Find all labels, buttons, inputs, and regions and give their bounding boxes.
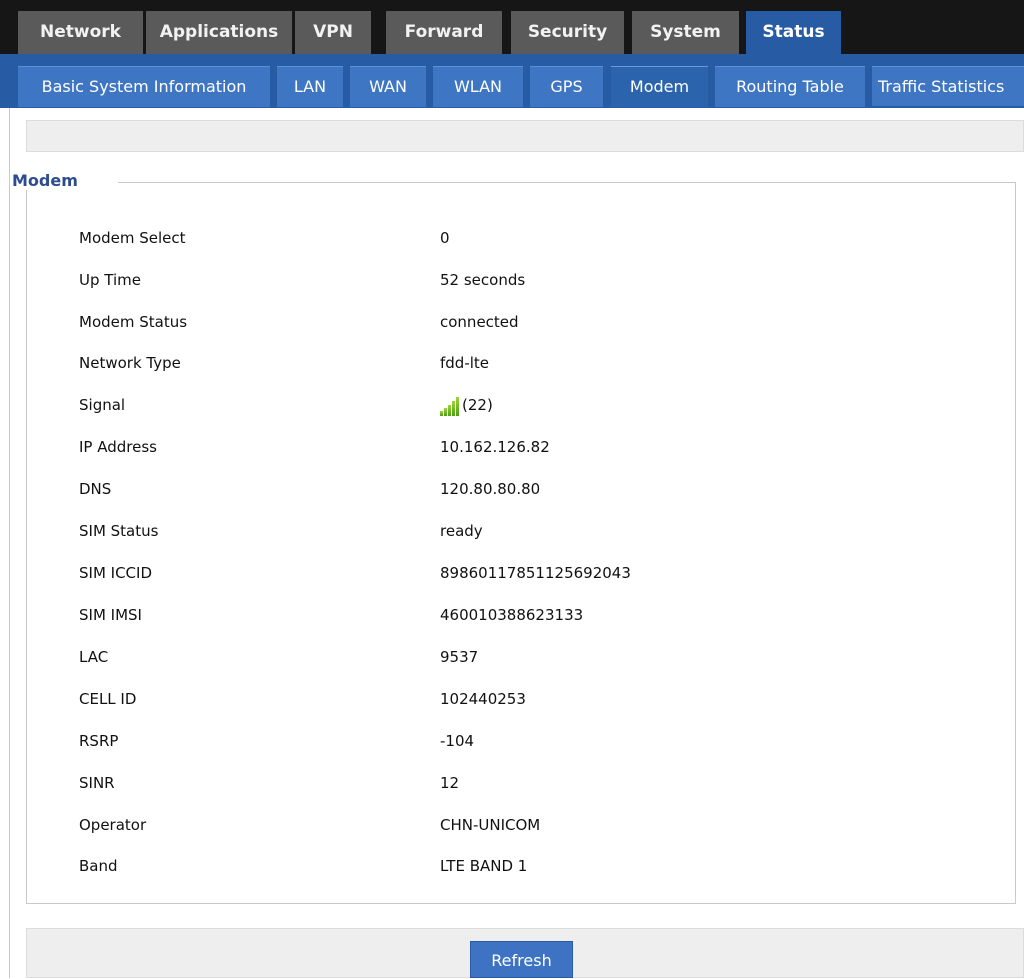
signal-strength-text: (22) — [462, 396, 493, 414]
row-value: connected — [440, 313, 519, 331]
subtab-traffic-statistics[interactable]: Traffic Statistics — [872, 66, 1024, 106]
subtab-basic-system-information[interactable]: Basic System Information — [18, 66, 270, 107]
row-value: ready — [440, 522, 483, 540]
row-label: SINR — [79, 774, 115, 792]
row-value: 0 — [440, 229, 450, 247]
row-label: SIM Status — [79, 522, 159, 540]
tab-status[interactable]: Status — [746, 11, 841, 59]
row-label: RSRP — [79, 732, 119, 750]
row-label: Band — [79, 857, 118, 875]
subtab-lan[interactable]: LAN — [277, 66, 343, 107]
subtab-gps[interactable]: GPS — [530, 66, 603, 107]
row-value: -104 — [440, 732, 475, 750]
tab-forward[interactable]: Forward — [386, 11, 502, 54]
row-value: CHN-UNICOM — [440, 816, 541, 834]
tab-applications[interactable]: Applications — [146, 11, 292, 54]
subtab-routing-table[interactable]: Routing Table — [715, 66, 865, 107]
signal-value: (22) — [440, 396, 493, 416]
row-value: 460010388623133 — [440, 606, 584, 624]
row-label: SIM IMSI — [79, 606, 142, 624]
top-info-strip — [26, 120, 1024, 152]
row-value: 102440253 — [440, 690, 526, 708]
main-nav-bar: Network Applications VPN Forward Securit… — [0, 0, 1024, 59]
row-value: 89860117851125692043 — [440, 564, 631, 582]
row-value: 120.80.80.80 — [440, 480, 541, 498]
sub-nav-bar: Basic System Information LAN WAN WLAN GP… — [0, 54, 1024, 108]
subtab-wan[interactable]: WAN — [350, 66, 426, 107]
row-value: LTE BAND 1 — [440, 857, 528, 875]
row-label: LAC — [79, 648, 109, 666]
refresh-button[interactable]: Refresh — [470, 941, 573, 978]
row-label: IP Address — [79, 438, 157, 456]
row-value: 9537 — [440, 648, 479, 666]
row-label: Network Type — [79, 354, 181, 372]
tab-network[interactable]: Network — [18, 11, 143, 54]
tab-security[interactable]: Security — [511, 11, 624, 54]
row-label: Modem Select — [79, 229, 186, 247]
row-label: DNS — [79, 480, 112, 498]
row-value: fdd-lte — [440, 354, 490, 372]
section-title: Modem — [12, 171, 78, 190]
signal-bars-icon — [440, 397, 460, 416]
row-value: 12 — [440, 774, 460, 792]
row-value: 52 seconds — [440, 271, 526, 289]
content-left-border — [9, 108, 10, 978]
row-label: Signal — [79, 396, 126, 414]
row-value: 10.162.126.82 — [440, 438, 550, 456]
row-label: Operator — [79, 816, 147, 834]
tab-system[interactable]: System — [632, 11, 739, 54]
subtab-modem[interactable]: Modem — [611, 66, 708, 107]
tab-vpn[interactable]: VPN — [295, 11, 371, 54]
row-label: Up Time — [79, 271, 141, 289]
modem-fieldset — [26, 182, 1016, 904]
subtab-wlan[interactable]: WLAN — [433, 66, 523, 107]
row-label: CELL ID — [79, 690, 137, 708]
row-label: SIM ICCID — [79, 564, 153, 582]
row-label: Modem Status — [79, 313, 188, 331]
